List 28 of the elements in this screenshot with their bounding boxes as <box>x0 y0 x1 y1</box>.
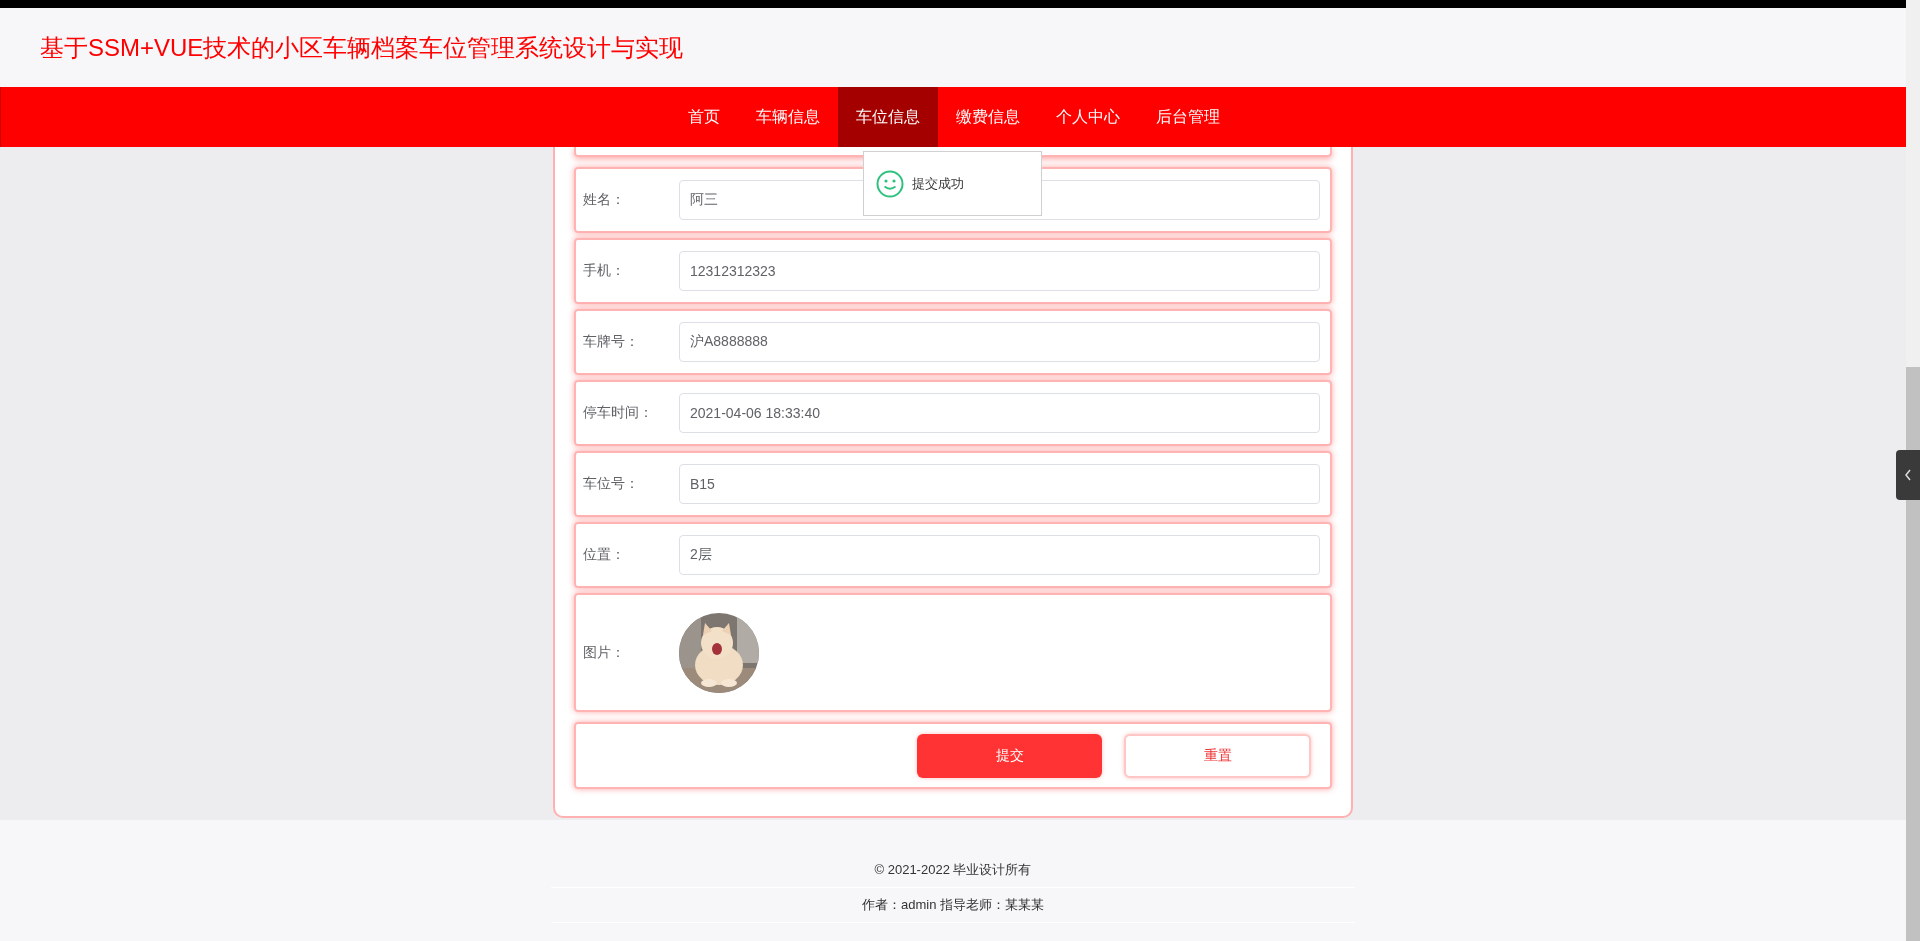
nav-item[interactable]: 后台管理 <box>1137 87 1238 147</box>
toast-text: 提交成功 <box>912 174 964 193</box>
smile-icon <box>876 169 904 198</box>
field-label: 姓名： <box>583 191 626 209</box>
nav-item[interactable]: 缴费信息 <box>937 87 1038 147</box>
input-field[interactable]: 2021-04-06 18:33:40 <box>679 393 1320 433</box>
input-field[interactable]: B15 <box>679 464 1320 504</box>
footer-text: 作者：admin 指导老师：某某某 <box>862 897 1044 912</box>
nav-item[interactable]: 车位信息 <box>837 87 938 147</box>
input-field[interactable]: 2层 <box>679 535 1320 575</box>
nav-item[interactable]: 车辆信息 <box>737 87 838 147</box>
footer-text: © 2021-2022 毕业设计所有 <box>874 862 1032 877</box>
scrollbar[interactable] <box>1906 0 1920 941</box>
side-panel-tab[interactable] <box>1896 450 1920 500</box>
site-title: 基于SSM+VUE技术的小区车辆档案车位管理系统设计与实现 <box>40 32 684 63</box>
submit-button[interactable]: 提交 <box>917 733 1102 778</box>
field-label: 图片： <box>583 643 626 662</box>
field-label: 停车时间： <box>583 404 654 422</box>
field-label: 车牌号： <box>583 333 640 351</box>
field-label: 手机： <box>583 262 626 280</box>
nav-item[interactable]: 个人中心 <box>1037 87 1138 147</box>
input-field[interactable]: 沪A8888888 <box>679 322 1320 362</box>
field-label: 车位号： <box>583 475 640 493</box>
field-label: 位置： <box>583 546 626 564</box>
nav-item[interactable]: 首页 <box>669 87 738 147</box>
input-field[interactable]: 12312312323 <box>679 251 1320 291</box>
chevron-left-icon <box>1904 469 1912 481</box>
reset-button[interactable]: 重置 <box>1124 733 1311 778</box>
